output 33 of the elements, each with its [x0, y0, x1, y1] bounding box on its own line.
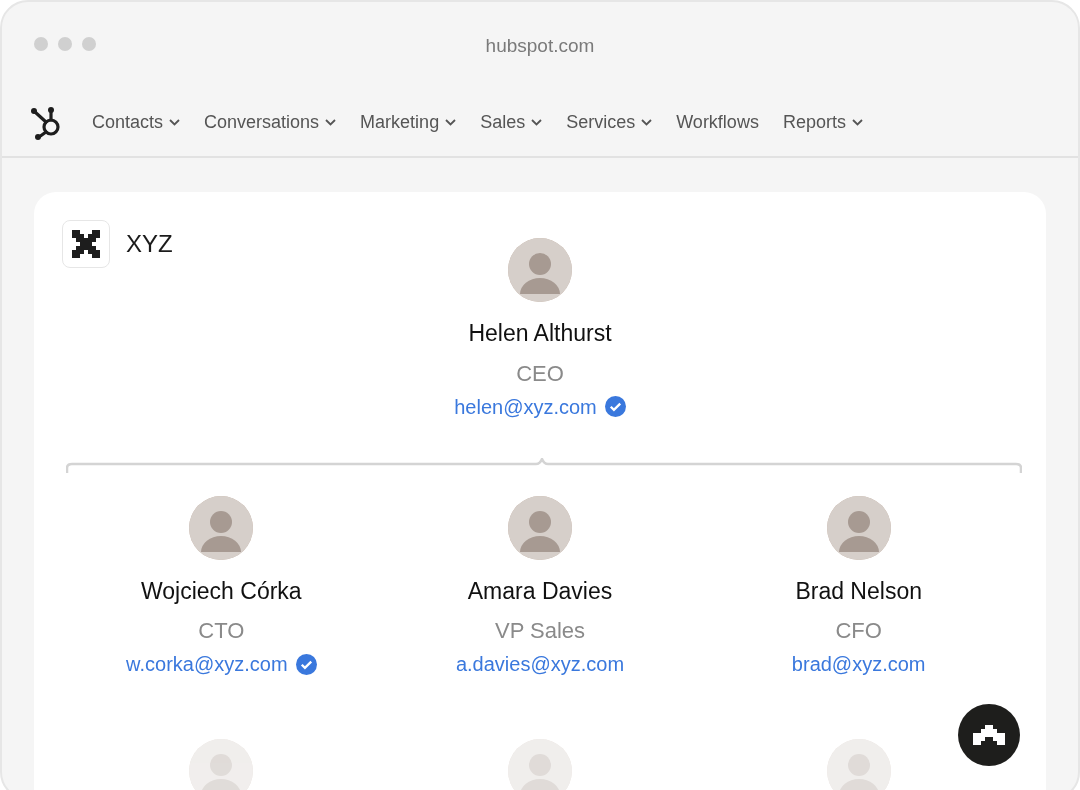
person-name: Brad Nelson [795, 576, 922, 606]
email-link[interactable]: w.corka@xyz.com [126, 649, 288, 679]
nav-menu-item[interactable]: Reports [770, 108, 875, 136]
company-name: XYZ [126, 229, 173, 259]
email-link[interactable]: a.davies@xyz.com [455, 649, 625, 679]
avatar-placeholder [189, 739, 254, 790]
nav-menu-item[interactable]: Sales [468, 108, 555, 136]
person-name: Helen Althurst [468, 319, 612, 348]
avatar-placeholder [508, 238, 572, 302]
job-title: CTO [198, 617, 245, 645]
window-control-dot[interactable] [58, 37, 72, 51]
person-name: Amara Davies [467, 576, 613, 606]
job-title: CFO [835, 617, 882, 645]
pixel-arch-icon [973, 725, 1005, 745]
avatar-placeholder [826, 739, 891, 790]
nav-menu-item[interactable]: Conversations [192, 108, 349, 136]
company-logo-icon [62, 220, 110, 268]
nav-menu-item[interactable]: Marketing [348, 108, 469, 136]
nav-menu-item[interactable]: Contacts [80, 108, 193, 136]
email-link[interactable]: brad@xyz.com [791, 649, 926, 679]
avatar-placeholder [508, 739, 572, 790]
window-control-dot[interactable] [82, 37, 96, 51]
address-text: hubspot.com [485, 35, 595, 56]
person-name: Wojciech Córka [141, 576, 302, 606]
email-link[interactable]: helen@xyz.com [454, 391, 597, 422]
job-title: CEO [516, 359, 564, 388]
avatar-placeholder [826, 495, 891, 560]
avatar-placeholder [508, 495, 572, 560]
job-title: VP Sales [494, 617, 586, 645]
window-control-dot[interactable] [34, 37, 48, 51]
nav-menu-item[interactable]: Services [554, 108, 665, 136]
avatar-placeholder [189, 495, 254, 560]
nav-menu-item[interactable]: Workflows [664, 108, 771, 136]
